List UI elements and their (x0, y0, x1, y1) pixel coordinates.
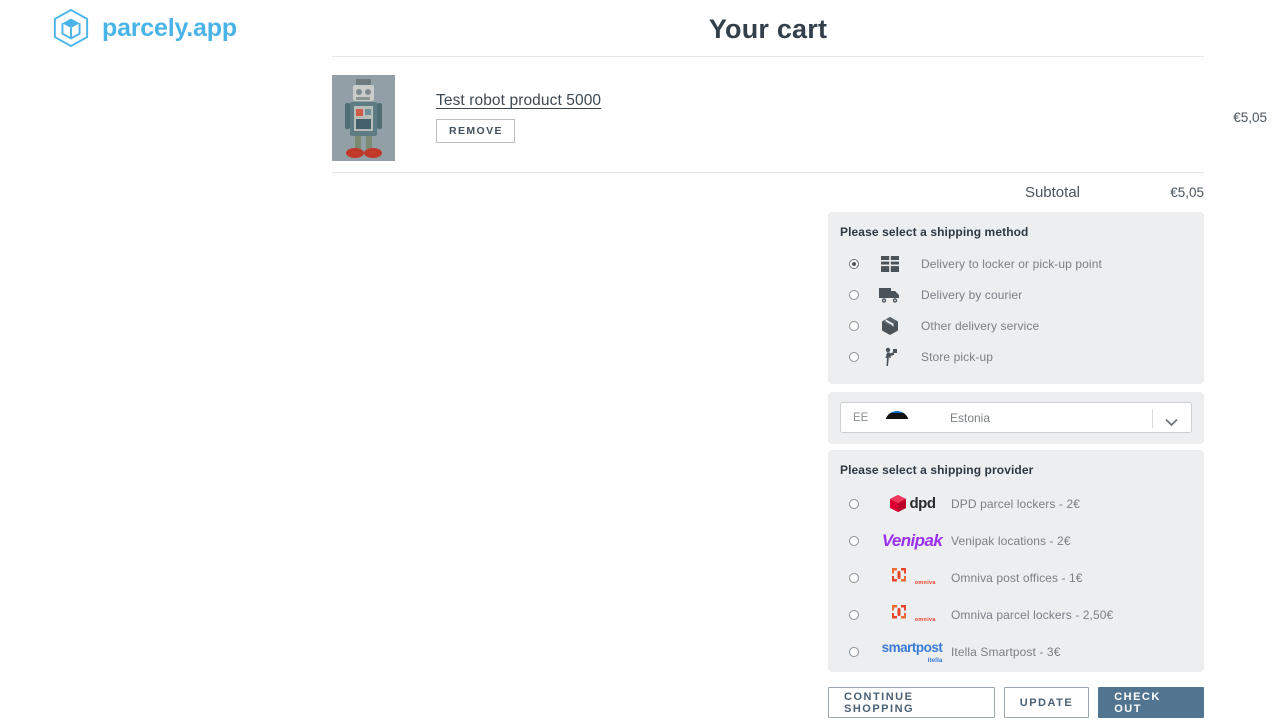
product-title-link[interactable]: Test robot product 5000 (436, 92, 601, 110)
update-button[interactable]: UPDATE (1004, 687, 1089, 718)
shipping-provider-title: Please select a shipping provider (828, 450, 1204, 477)
radio-store-pickup[interactable] (849, 352, 859, 362)
package-icon (859, 316, 921, 336)
shipping-provider-label: Venipak locations - 2€ (951, 534, 1071, 548)
shipping-provider-option-omniva-locker[interactable]: omniva Omniva parcel lockers - 2,50€ (828, 596, 1204, 633)
omniva-logo: omniva (873, 566, 951, 589)
brand-name: parcely.app (102, 16, 237, 41)
radio-other-delivery[interactable] (849, 321, 859, 331)
cart-actions: CONTINUE SHOPPING UPDATE CHECK OUT (828, 687, 1204, 718)
radio-omniva-locker[interactable] (849, 610, 859, 620)
shipping-method-label: Delivery by courier (921, 288, 1022, 302)
page-title: Your cart (332, 14, 1204, 45)
itella-logo-text: itella (882, 658, 943, 665)
shipping-method-label: Other delivery service (921, 319, 1039, 333)
shipping-method-label: Delivery to locker or pick-up point (921, 257, 1102, 271)
shipping-provider-label: Omniva parcel lockers - 2,50€ (951, 608, 1113, 622)
cart-line-item: Test robot product 5000 REMOVE €5,05 €5,… (332, 70, 1204, 172)
shipping-provider-option-omniva-post[interactable]: omniva Omniva post offices - 1€ (828, 559, 1204, 596)
omniva-logo-text: omniva (915, 580, 936, 586)
shipping-method-option-other[interactable]: Other delivery service (828, 310, 1204, 341)
estonia-flag-icon (883, 406, 911, 429)
parcel-cube-icon (52, 8, 90, 48)
radio-locker[interactable] (849, 259, 859, 269)
brand-logo[interactable]: parcely.app (52, 8, 237, 48)
shipping-method-title: Please select a shipping method (828, 212, 1204, 239)
omniva-logo: omniva (873, 603, 951, 626)
country-code: EE (853, 412, 881, 424)
radio-dpd[interactable] (849, 499, 859, 509)
shipping-method-option-courier[interactable]: Delivery by courier (828, 279, 1204, 310)
continue-shopping-button[interactable]: CONTINUE SHOPPING (828, 687, 995, 718)
person-carrying-box-icon (859, 347, 921, 367)
chevron-down-icon[interactable] (1165, 414, 1178, 432)
omniva-logo-text: omniva (915, 617, 936, 623)
shipping-provider-label: Omniva post offices - 1€ (951, 571, 1083, 585)
smartpost-logo-text: smartpost (882, 640, 943, 655)
shipping-method-panel: Please select a shipping method Delivery… (828, 212, 1204, 384)
shipping-method-option-locker[interactable]: Delivery to locker or pick-up point (828, 248, 1204, 279)
venipak-logo-text: Venipak (882, 531, 942, 551)
shipping-provider-option-dpd[interactable]: dpd DPD parcel lockers - 2€ (828, 485, 1204, 522)
dpd-logo-text: dpd (910, 495, 936, 512)
title-divider (332, 56, 1204, 57)
radio-smartpost[interactable] (849, 647, 859, 657)
shipping-method-option-store-pickup[interactable]: Store pick-up (828, 341, 1204, 372)
unit-price: €5,05 (1192, 110, 1267, 125)
venipak-logo: Venipak (873, 531, 951, 551)
product-thumbnail[interactable] (332, 75, 395, 161)
remove-button[interactable]: REMOVE (436, 119, 515, 143)
check-out-button[interactable]: CHECK OUT (1098, 687, 1204, 718)
radio-courier[interactable] (849, 290, 859, 300)
shipping-provider-option-smartpost[interactable]: smartpost itella Itella Smartpost - 3€ (828, 633, 1204, 670)
shipping-provider-panel: Please select a shipping provider dpd DP… (828, 450, 1204, 672)
shipping-method-label: Store pick-up (921, 350, 993, 364)
radio-venipak[interactable] (849, 536, 859, 546)
product-info: Test robot product 5000 REMOVE (436, 92, 601, 143)
shipping-provider-label: DPD parcel lockers - 2€ (951, 497, 1080, 511)
country-name: Estonia (950, 411, 990, 425)
locker-icon (859, 255, 921, 273)
cart-divider (332, 172, 1204, 173)
smartpost-logo: smartpost itella (873, 639, 951, 665)
select-divider (1152, 409, 1153, 428)
shipping-provider-label: Itella Smartpost - 3€ (951, 645, 1060, 659)
truck-icon (859, 286, 921, 304)
subtotal-label: Subtotal (940, 184, 1080, 201)
country-panel: EE Estonia (828, 392, 1204, 444)
shipping-provider-option-venipak[interactable]: Venipak Venipak locations - 2€ (828, 522, 1204, 559)
subtotal-value: €5,05 (1124, 185, 1204, 200)
dpd-logo: dpd (873, 494, 951, 513)
radio-omniva-post[interactable] (849, 573, 859, 583)
country-select[interactable]: EE Estonia (840, 402, 1192, 433)
